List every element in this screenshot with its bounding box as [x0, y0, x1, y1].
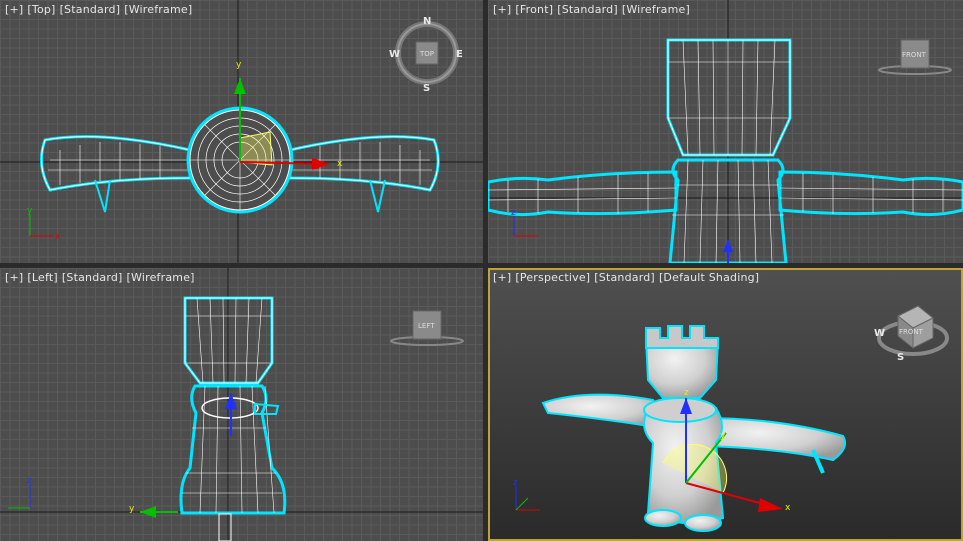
- top-mode-menu[interactable]: [Standard]: [60, 3, 121, 16]
- front-view-menu[interactable]: [Front]: [515, 3, 553, 16]
- left-figure-wireframe: [179, 296, 287, 541]
- svg-text:y: y: [27, 206, 33, 216]
- top-axis-tripod: y x: [27, 206, 61, 242]
- left-view-menu[interactable]: [Left]: [27, 271, 57, 284]
- perspective-axis-tripod: z: [513, 478, 540, 511]
- left-mode-menu[interactable]: [Standard]: [62, 271, 123, 284]
- front-viewcube-label: FRONT: [902, 51, 927, 59]
- front-shading-menu[interactable]: [Wireframe]: [622, 3, 690, 16]
- perspective-viewcube-label: FRONT: [899, 328, 924, 336]
- left-shading-menu[interactable]: [Wireframe]: [127, 271, 195, 284]
- front-viewport-label[interactable]: [+] [Front] [Standard] [Wireframe]: [493, 3, 694, 16]
- svg-text:W: W: [874, 328, 885, 339]
- svg-text:S: S: [897, 352, 904, 363]
- left-view-canvas: y LEFT z: [0, 268, 483, 541]
- svg-text:z: z: [511, 208, 516, 218]
- top-plus-menu[interactable]: [+]: [5, 3, 23, 16]
- top-viewcube-label: TOP: [419, 50, 434, 58]
- svg-text:z: z: [513, 478, 518, 488]
- svg-text:z: z: [27, 476, 32, 486]
- top-gizmo-y-label: y: [236, 60, 242, 70]
- perspective-plus-menu[interactable]: [+]: [493, 271, 511, 284]
- top-view-menu[interactable]: [Top]: [27, 3, 55, 16]
- viewport-top[interactable]: y x TOP N S E W y x [+] [Top] [Standard] [W…: [0, 0, 483, 263]
- top-gizmo-x-label: x: [337, 159, 343, 169]
- perspective-rook-model[interactable]: [541, 325, 846, 532]
- perspective-mode-menu[interactable]: [Standard]: [594, 271, 655, 284]
- front-mode-menu[interactable]: [Standard]: [557, 3, 618, 16]
- perspective-viewcube[interactable]: FRONT W S: [874, 305, 949, 363]
- persp-gizmo-z-label: z: [684, 388, 689, 398]
- perspective-viewport-label[interactable]: [+] [Perspective] [Standard] [Default Shadi…: [493, 271, 763, 284]
- top-viewcube[interactable]: TOP N S E W: [389, 16, 463, 94]
- left-viewcube-label: LEFT: [418, 322, 435, 330]
- top-viewport-label[interactable]: [+] [Top] [Standard] [Wireframe]: [5, 3, 196, 16]
- viewport-left[interactable]: y LEFT z [+] [Left] [Standard] [Wireframe]: [0, 268, 483, 541]
- front-axis-tripod: z: [511, 208, 538, 237]
- compass-south: S: [423, 83, 430, 94]
- viewport-front[interactable]: FRONT z [+] [Front] [Standard] [Wireframe]: [488, 0, 963, 263]
- compass-north: N: [423, 16, 431, 27]
- compass-west: W: [389, 49, 400, 60]
- perspective-shading-menu[interactable]: [Default Shading]: [659, 271, 759, 284]
- left-axis-tripod: z: [8, 476, 32, 509]
- front-view-canvas: FRONT z: [488, 0, 963, 263]
- left-gizmo-y-label: y: [129, 504, 135, 514]
- front-viewcube[interactable]: FRONT: [878, 39, 952, 75]
- top-shading-menu[interactable]: [Wireframe]: [124, 3, 192, 16]
- svg-text:x: x: [55, 232, 61, 242]
- left-viewport-label[interactable]: [+] [Left] [Standard] [Wireframe]: [5, 271, 199, 284]
- viewport-perspective[interactable]: z x y FRONT W S z [+] [Perspective] [Stand…: [488, 268, 963, 541]
- top-view-canvas: y x TOP N S E W y x: [0, 0, 483, 263]
- front-plus-menu[interactable]: [+]: [493, 3, 511, 16]
- persp-gizmo-y-label: y: [720, 431, 726, 441]
- left-viewcube[interactable]: LEFT: [390, 310, 464, 346]
- left-plus-menu[interactable]: [+]: [5, 271, 23, 284]
- persp-gizmo-x-label: x: [785, 503, 791, 513]
- perspective-view-canvas: z x y FRONT W S z: [513, 305, 949, 532]
- front-transform-gizmo[interactable]: [723, 240, 733, 263]
- left-transform-gizmo[interactable]: y: [129, 393, 237, 518]
- compass-east: E: [456, 49, 463, 60]
- perspective-view-menu[interactable]: [Perspective]: [515, 271, 590, 284]
